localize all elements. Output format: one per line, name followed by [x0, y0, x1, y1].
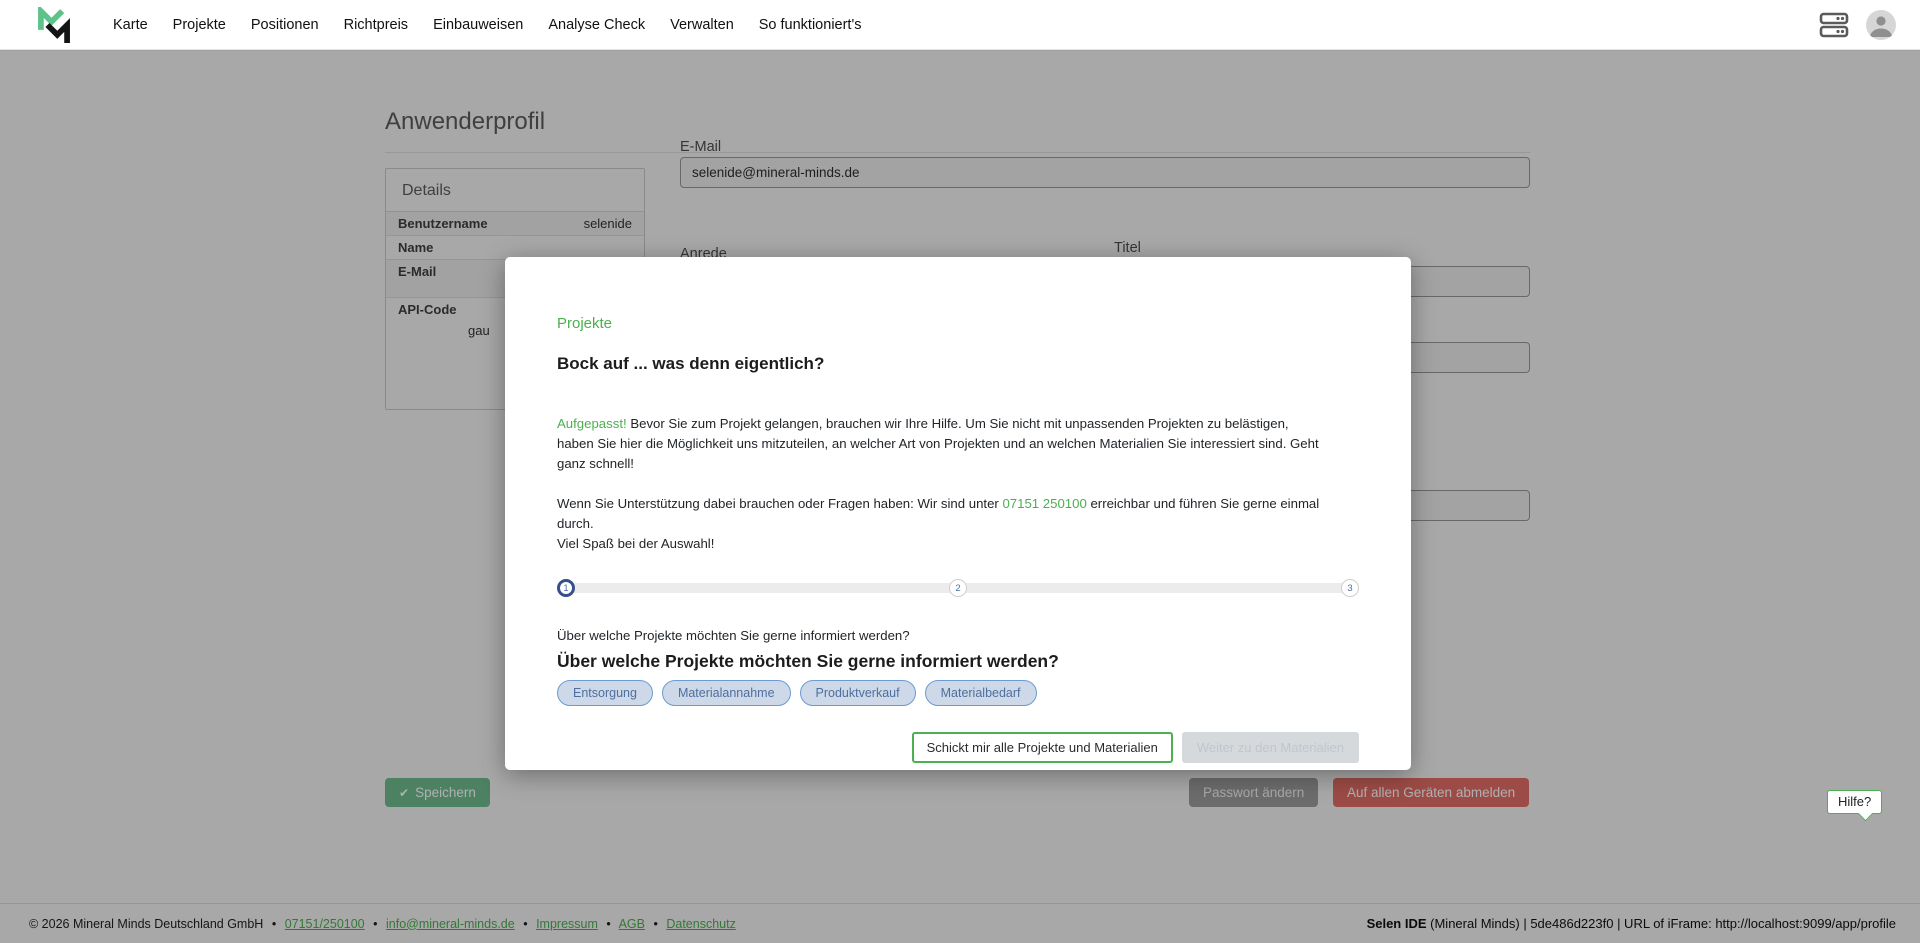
question-label: Über welche Projekte möchten Sie gerne i…	[557, 628, 1359, 643]
user-avatar-icon[interactable]	[1866, 10, 1896, 40]
nav-item-positionen[interactable]: Positionen	[251, 17, 319, 33]
support-text-line2: Viel Spaß bei der Auswahl!	[557, 536, 714, 551]
pill-materialannahme[interactable]: Materialannahme	[662, 680, 791, 706]
next-materials-button[interactable]: Weiter zu den Materialien	[1182, 732, 1359, 763]
step-1-indicator: 1	[557, 579, 575, 597]
main-navigation: Karte Projekte Positionen Richtpreis Ein…	[113, 17, 861, 33]
question-heading: Über welche Projekte möchten Sie gerne i…	[557, 651, 1359, 672]
modal-actions: Schickt mir alle Projekte und Materialie…	[557, 732, 1359, 763]
modal-title: Bock auf ... was denn eigentlich?	[557, 354, 1359, 374]
pill-produktverkauf[interactable]: Produktverkauf	[800, 680, 916, 706]
modal-intro-paragraph: Aufgepasst! Bevor Sie zum Projekt gelang…	[557, 414, 1327, 474]
all-projects-button[interactable]: Schickt mir alle Projekte und Materialie…	[912, 732, 1173, 763]
support-text: Wenn Sie Unterstützung dabei brauchen od…	[557, 496, 1002, 511]
pill-materialbedarf[interactable]: Materialbedarf	[925, 680, 1037, 706]
help-bubble[interactable]: Hilfe?	[1827, 790, 1882, 814]
phone-link[interactable]: 07151 250100	[1002, 496, 1086, 511]
nav-item-so-funktionierts[interactable]: So funktioniert's	[759, 17, 862, 33]
aufgepasst-highlight: Aufgepasst!	[557, 416, 627, 431]
nav-item-analyse-check[interactable]: Analyse Check	[548, 17, 645, 33]
mineral-minds-logo-icon[interactable]	[36, 7, 72, 43]
nav-item-verwalten[interactable]: Verwalten	[670, 17, 734, 33]
modal-support-paragraph: Wenn Sie Unterstützung dabei brauchen od…	[557, 494, 1327, 554]
nav-item-einbauweisen[interactable]: Einbauweisen	[433, 17, 523, 33]
wizard-stepper: 1 2 3	[557, 579, 1359, 597]
step-3-indicator: 3	[1341, 579, 1359, 597]
nav-item-karte[interactable]: Karte	[113, 17, 148, 33]
server-rack-icon[interactable]	[1818, 11, 1850, 39]
modal-kicker: Projekte	[557, 315, 1359, 332]
step-2-indicator: 2	[949, 579, 967, 597]
pill-entsorgung[interactable]: Entsorgung	[557, 680, 653, 706]
project-type-options: Entsorgung Materialannahme Produktverkau…	[557, 680, 1359, 706]
top-navbar: Karte Projekte Positionen Richtpreis Ein…	[0, 0, 1920, 50]
projekte-dialog: Projekte Bock auf ... was denn eigentlic…	[505, 257, 1411, 770]
nav-item-richtpreis[interactable]: Richtpreis	[344, 17, 408, 33]
intro-text: Bevor Sie zum Projekt gelangen, brauchen…	[557, 416, 1319, 471]
nav-item-projekte[interactable]: Projekte	[173, 17, 226, 33]
